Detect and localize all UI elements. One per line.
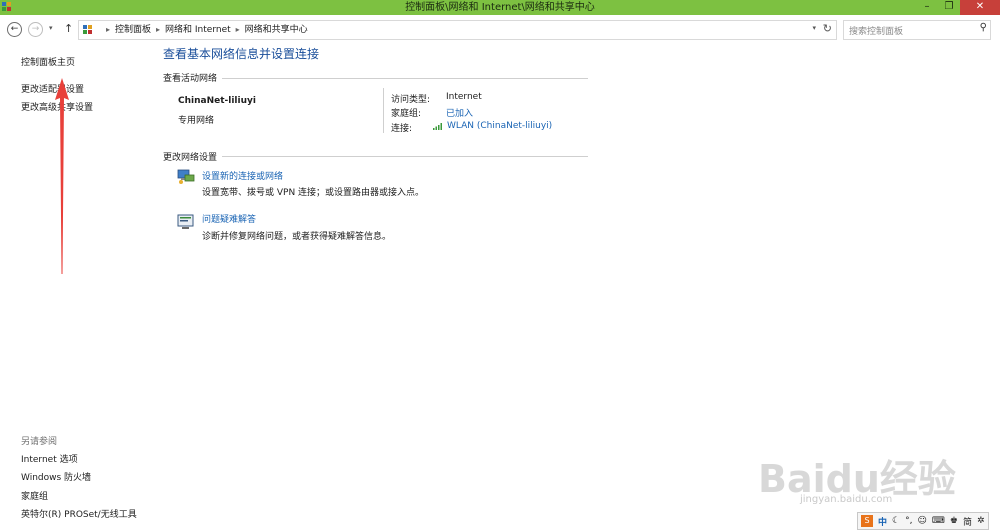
setup-new-connection-link[interactable]: 设置新的连接或网络: [202, 169, 283, 182]
ime-punct-icon[interactable]: °,: [905, 516, 912, 526]
restore-button[interactable]: ❐: [938, 0, 960, 15]
ime-skin-icon[interactable]: ♚: [950, 516, 958, 526]
see-also-windows-firewall[interactable]: Windows 防火墙: [21, 470, 91, 483]
section-divider: [222, 78, 588, 79]
sidebar-item-control-panel-home[interactable]: 控制面板主页: [21, 55, 75, 68]
network-name: ChinaNet-liliuyi: [178, 96, 256, 106]
breadcrumb-network-sharing-center[interactable]: 网络和共享中心: [245, 25, 308, 35]
search-icon[interactable]: ⚲: [980, 22, 987, 33]
breadcrumb-control-panel[interactable]: 控制面板: [115, 25, 151, 35]
window-title: 控制面板\网络和 Internet\网络和共享中心: [405, 2, 595, 13]
connection-label: 连接:: [391, 124, 413, 134]
troubleshoot-desc: 诊断并修复网络问题，或者获得疑难解答信息。: [202, 232, 392, 242]
search-input[interactable]: 搜索控制面板: [849, 24, 903, 37]
vertical-divider: [383, 88, 384, 133]
ime-toolbar[interactable]: S 中 ☾ °, ☺ ⌨ ♚ 简 ✲: [857, 512, 989, 530]
back-button[interactable]: ←: [7, 22, 22, 37]
network-type-link[interactable]: 专用网络: [178, 113, 214, 126]
setup-new-connection-desc: 设置宽带、拨号或 VPN 连接；或设置路由器或接入点。: [202, 188, 425, 198]
breadcrumb-separator: ▸: [106, 25, 111, 34]
ime-smile-icon[interactable]: ☺: [917, 516, 926, 526]
breadcrumb-separator[interactable]: ▸: [156, 25, 160, 34]
access-type-value: Internet: [446, 92, 482, 102]
new-connection-icon: [177, 169, 195, 184]
search-box[interactable]: 搜索控制面板 ⚲: [843, 20, 991, 40]
recent-pages-dropdown-icon[interactable]: ▾: [49, 24, 53, 32]
address-bar: ← → ▾ ↑ ▸ 控制面板 ▸ 网络和 Internet ▸ 网络和共享中心 ▾ ↻ 搜…: [0, 15, 1000, 43]
minimize-button[interactable]: –: [916, 0, 938, 15]
address-dropdown-icon[interactable]: ▾: [812, 24, 816, 32]
page-title: 查看基本网络信息并设置连接: [163, 47, 320, 61]
see-also-internet-options[interactable]: Internet 选项: [21, 452, 78, 465]
address-box[interactable]: ▸ 控制面板 ▸ 网络和 Internet ▸ 网络和共享中心 ▾ ↻: [78, 20, 837, 40]
active-networks-header: 查看活动网络: [163, 74, 218, 84]
forward-button[interactable]: →: [28, 22, 43, 37]
troubleshoot-icon: [177, 214, 194, 229]
breadcrumb-network-internet[interactable]: 网络和 Internet: [165, 25, 231, 35]
annotation-arrow: [55, 78, 69, 274]
sidebar-item-change-adapter-settings[interactable]: 更改适配器设置: [21, 82, 84, 95]
section-divider: [222, 156, 588, 157]
up-button[interactable]: ↑: [64, 22, 73, 35]
breadcrumb-separator[interactable]: ▸: [236, 25, 240, 34]
ime-settings-icon[interactable]: ✲: [977, 516, 985, 526]
homegroup-label: 家庭组:: [391, 109, 422, 119]
change-settings-header: 更改网络设置: [163, 153, 218, 163]
troubleshoot-link[interactable]: 问题疑难解答: [202, 212, 256, 225]
ime-moon-icon[interactable]: ☾: [892, 516, 900, 526]
title-bar: 控制面板\网络和 Internet\网络和共享中心 – ❐ ✕: [0, 0, 1000, 15]
homegroup-link[interactable]: 已加入: [446, 106, 473, 119]
wifi-signal-icon: [433, 123, 442, 130]
watermark-url: jingyan.baidu.com: [800, 494, 893, 505]
ime-keyboard-icon[interactable]: ⌨: [932, 516, 945, 526]
control-panel-small-icon: [83, 25, 92, 34]
see-also-homegroup[interactable]: 家庭组: [21, 489, 48, 502]
ime-simplified-toggle[interactable]: 简: [963, 515, 972, 528]
access-type-label: 访问类型:: [391, 95, 431, 105]
ime-logo-icon[interactable]: S: [861, 515, 873, 527]
close-button[interactable]: ✕: [960, 0, 1000, 15]
see-also-header: 另请参阅: [21, 437, 58, 447]
wlan-connection-link[interactable]: WLAN (ChinaNet-liliuyi): [447, 121, 552, 131]
see-also-intel-proset[interactable]: 英特尔(R) PROSet/无线工具: [21, 507, 137, 520]
breadcrumb: ▸ 控制面板 ▸ 网络和 Internet ▸ 网络和共享中心: [101, 24, 308, 36]
refresh-icon[interactable]: ↻: [823, 22, 832, 35]
ime-language-toggle[interactable]: 中: [878, 515, 887, 528]
